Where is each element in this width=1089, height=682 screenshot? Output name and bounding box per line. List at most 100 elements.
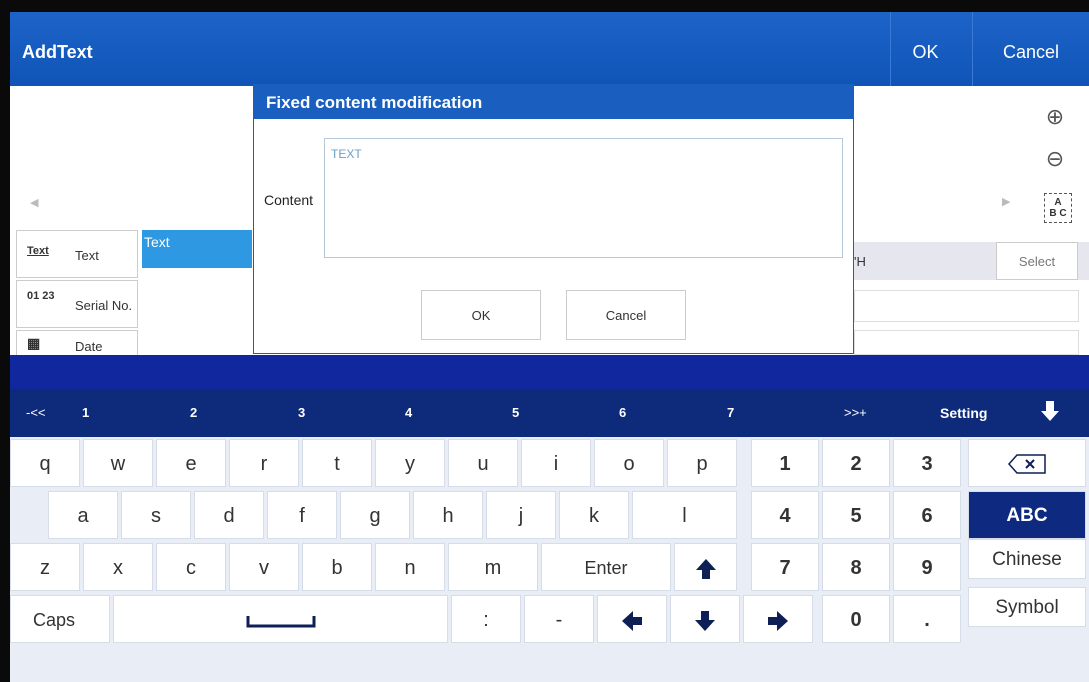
backspace-key[interactable] [968,439,1086,487]
key-o[interactable]: o [594,439,664,487]
page-button-6[interactable]: 6 [619,405,626,420]
key-z[interactable]: z [10,543,80,591]
key-6[interactable]: 6 [893,491,961,539]
type-button-serial[interactable]: 01 23 Serial No. [16,280,138,328]
key-0[interactable]: 0 [822,595,890,643]
text-frame-icon[interactable]: AB C [1044,193,1072,223]
page-button-2[interactable]: 2 [190,405,197,420]
dash-key[interactable]: - [524,595,594,643]
key-p[interactable]: p [667,439,737,487]
key-f[interactable]: f [267,491,337,539]
key-5[interactable]: 5 [822,491,890,539]
key-i[interactable]: i [521,439,591,487]
key-9[interactable]: 9 [893,543,961,591]
key-n[interactable]: n [375,543,445,591]
arrow-right-icon [768,610,788,631]
key-a[interactable]: a [48,491,118,539]
page-prev-button[interactable]: -<< [26,405,46,420]
enter-key[interactable]: Enter [541,543,671,591]
key-b[interactable]: b [302,543,372,591]
zoom-out-icon[interactable]: ⊖ [1040,146,1070,176]
space-icon [246,615,315,628]
ok-button[interactable]: OK [890,12,960,86]
text-type-icon: Text [27,245,49,257]
content-label: Content [264,192,314,208]
dialog-title: Fixed content modification [254,85,853,119]
page-button-3[interactable]: 3 [298,405,305,420]
key-y[interactable]: y [375,439,445,487]
keyboard-header: -<< 1 2 3 4 5 6 7 >>+ Setting [10,389,1089,437]
page-button-7[interactable]: 7 [727,405,734,420]
down-arrow-key[interactable] [670,595,740,643]
fixed-content-dialog: Fixed content modification Content TEXT … [253,84,854,354]
abc-mode-button[interactable]: ABC [968,491,1086,539]
calendar-icon: ▦ [27,335,41,351]
page-button-5[interactable]: 5 [512,405,519,420]
keyboard-input-strip [10,355,1089,389]
key-1[interactable]: 1 [751,439,819,487]
key-2[interactable]: 2 [822,439,890,487]
key-x[interactable]: x [83,543,153,591]
key-k[interactable]: k [559,491,629,539]
page-button-1[interactable]: 1 [82,405,89,420]
key-4[interactable]: 4 [751,491,819,539]
selected-text-item[interactable]: Text [142,230,252,268]
symbol-mode-button[interactable]: Symbol [968,587,1086,627]
select-button[interactable]: Select [996,242,1078,280]
key-v[interactable]: v [229,543,299,591]
property-field[interactable] [854,330,1079,355]
content-textarea[interactable]: TEXT [324,138,843,258]
colon-key[interactable]: : [451,595,521,643]
type-label: Serial No. [75,298,133,313]
type-label: Date [75,339,103,354]
scroll-right-icon[interactable]: ▶ [1002,195,1010,208]
page-button-4[interactable]: 4 [405,405,412,420]
key-u[interactable]: u [448,439,518,487]
screen: AddText OK Cancel ◀ ▶ ⊕ ⊖ AB C Text Text… [10,12,1089,682]
key-g[interactable]: g [340,491,410,539]
key-e[interactable]: e [156,439,226,487]
dialog-cancel-button[interactable]: Cancel [566,290,686,340]
page-title: AddText [22,42,93,62]
caps-key[interactable]: Caps [10,595,110,643]
key-7[interactable]: 7 [751,543,819,591]
serial-number-icon: 01 23 [27,290,55,302]
hide-keyboard-icon[interactable] [1038,399,1062,426]
key-q[interactable]: q [10,439,80,487]
space-key[interactable] [113,595,448,643]
key-s[interactable]: s [121,491,191,539]
title-bar: AddText OK Cancel [10,12,1089,86]
key-h[interactable]: h [413,491,483,539]
property-label: 'H [854,254,866,269]
scroll-left-icon[interactable]: ◀ [30,196,38,209]
key-d[interactable]: d [194,491,264,539]
dialog-ok-button[interactable]: OK [421,290,541,340]
page-next-button[interactable]: >>+ [844,405,867,420]
setting-button[interactable]: Setting [940,405,987,421]
shift-key[interactable] [674,543,737,591]
key-t[interactable]: t [302,439,372,487]
type-button-date[interactable]: ▦ Date [16,330,138,358]
key-m[interactable]: m [448,543,538,591]
chinese-mode-button[interactable]: Chinese [968,539,1086,579]
cancel-button[interactable]: Cancel [972,12,1089,86]
key-w[interactable]: w [83,439,153,487]
type-button-text[interactable]: Text Text [16,230,138,278]
left-arrow-key[interactable] [597,595,667,643]
zoom-in-icon[interactable]: ⊕ [1040,104,1070,134]
arrow-left-icon [622,610,642,631]
property-field[interactable] [854,290,1079,322]
key-8[interactable]: 8 [822,543,890,591]
backspace-icon [1007,454,1046,474]
type-label: Text [75,248,99,263]
key-dot[interactable]: . [893,595,961,643]
right-arrow-key[interactable] [743,595,813,643]
key-c[interactable]: c [156,543,226,591]
key-3[interactable]: 3 [893,439,961,487]
key-r[interactable]: r [229,439,299,487]
key-j[interactable]: j [486,491,556,539]
key-l[interactable]: l [632,491,737,539]
keyboard: q w e r t y u i o p a s d f g h j k l z … [10,437,1089,682]
arrow-up-icon [695,558,716,579]
arrow-down-icon [695,610,715,631]
